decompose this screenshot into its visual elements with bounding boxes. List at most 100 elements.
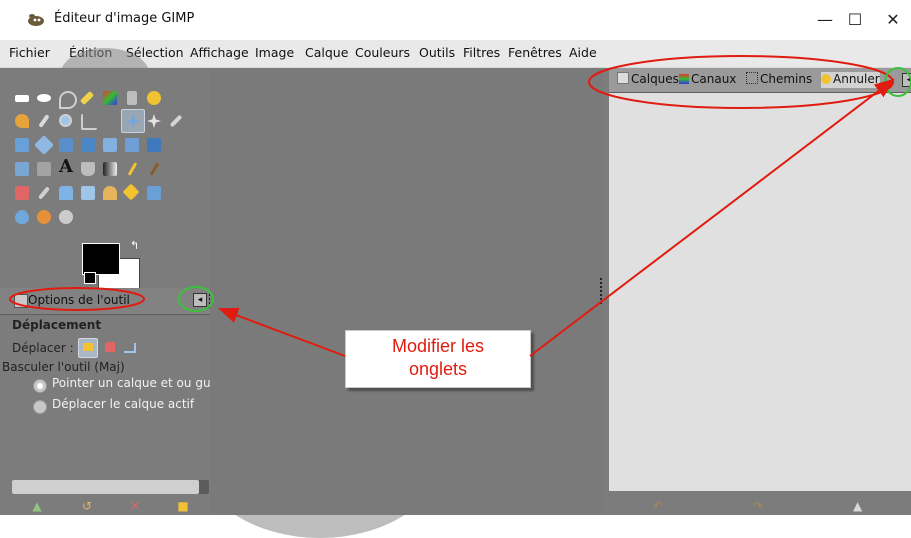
reset-icon[interactable]: ■ (176, 500, 190, 512)
gradient-tool[interactable] (99, 158, 121, 180)
tool-options-tab[interactable]: Options de l'outil (28, 293, 130, 307)
window-title: Éditeur d'image GIMP (54, 11, 195, 26)
dock-tab-bar: Calques Canaux Chemins Annuler ◂ (609, 68, 911, 93)
swap-colors-icon[interactable]: ↰ (130, 240, 140, 251)
warp-transform-tool[interactable] (143, 134, 165, 156)
foreground-color-swatch[interactable] (82, 243, 120, 275)
annotation-text: Modifier les onglets (346, 335, 530, 381)
delete-icon[interactable]: ✕ (128, 500, 142, 512)
tool-options-icon (14, 294, 28, 308)
fuzzy-select-tool[interactable] (77, 87, 99, 109)
menu-calque[interactable]: Calque (305, 45, 348, 60)
radio-pick-layer-label[interactable]: Pointer un calque et ou gu (52, 376, 211, 390)
ellipse-select-tool[interactable] (33, 87, 55, 109)
tab-chemins[interactable]: Chemins (746, 72, 812, 88)
crop-tool[interactable] (165, 110, 187, 132)
redo-icon[interactable]: ↷ (753, 500, 763, 512)
handle-transform-tool[interactable] (33, 158, 55, 180)
measure-tool[interactable] (77, 110, 99, 132)
rotate-tool[interactable] (11, 134, 33, 156)
ink-tool[interactable] (55, 182, 77, 204)
tab-chemins-label: Chemins (760, 72, 813, 86)
airbrush-tool[interactable] (33, 182, 55, 204)
perspective-clone-tool[interactable] (143, 182, 165, 204)
layers-dock: Calques Canaux Chemins Annuler ◂ ↶ ↷ ▲ (603, 68, 911, 515)
menu-fichier[interactable]: Fichier (9, 45, 50, 60)
menu-outils[interactable]: Outils (419, 45, 455, 60)
blur-tool[interactable] (11, 206, 33, 228)
menu-fenetres[interactable]: Fenêtres (508, 45, 562, 60)
menu-image[interactable]: Image (255, 45, 294, 60)
toggle-tool-label: Basculer l'outil (Maj) (2, 360, 125, 374)
eraser-tool[interactable] (11, 182, 33, 204)
annotation-callout: Modifier les onglets (345, 330, 531, 388)
options-scrollbar[interactable] (12, 480, 209, 494)
minimize-button[interactable]: — (810, 8, 840, 32)
move-tool[interactable] (121, 109, 145, 133)
move-selection-mode-button[interactable] (101, 338, 119, 356)
foreground-select-tool[interactable] (143, 87, 165, 109)
clear-history-icon[interactable]: ▲ (853, 500, 862, 512)
main-workspace: A ↰ Options de l'outil ◂ Déplacement Dép… (0, 48, 911, 538)
text-tool-icon[interactable]: A (55, 156, 77, 178)
shear-tool[interactable] (55, 134, 77, 156)
undo-icon[interactable]: ↶ (653, 500, 663, 512)
dock-tab-menu-button[interactable]: ◂ (902, 73, 911, 87)
annotation-line-1: Modifier les (391, 336, 485, 356)
color-select-tool[interactable] (99, 87, 121, 109)
menu-aide[interactable]: Aide (569, 45, 597, 60)
smudge-tool[interactable] (33, 206, 55, 228)
options-scrollbar-thumb[interactable] (12, 480, 200, 494)
clone-tool[interactable] (99, 182, 121, 204)
move-path-mode-button[interactable] (120, 338, 138, 356)
zoom-tool[interactable] (55, 110, 77, 132)
toolbox-panel: A ↰ Options de l'outil ◂ Déplacement Dép… (0, 68, 211, 515)
image-canvas[interactable] (210, 68, 603, 515)
perspective-tool[interactable] (77, 134, 99, 156)
tab-calques[interactable]: Calques (617, 72, 679, 88)
tab-annuler-label: Annuler (833, 72, 880, 86)
tab-calques-label: Calques (631, 72, 679, 86)
bucket-fill-tool[interactable] (77, 158, 99, 180)
paintbrush-tool[interactable] (143, 158, 165, 180)
pencil-tool[interactable] (121, 158, 143, 180)
tab-canaux[interactable]: Canaux (679, 72, 736, 88)
gimp-logo-icon (28, 14, 44, 26)
heal-tool[interactable] (121, 182, 143, 204)
scissors-tool[interactable] (121, 87, 143, 109)
cage-transform-tool[interactable] (121, 134, 143, 156)
radio-move-active-layer-label[interactable]: Déplacer le calque actif (52, 397, 194, 411)
paths-tool[interactable] (11, 110, 33, 132)
radio-move-active-layer[interactable] (33, 400, 47, 414)
undo-history-list[interactable] (609, 93, 911, 491)
paths-icon (746, 72, 758, 84)
tab-menu-button[interactable]: ◂ (193, 293, 207, 307)
tool-name: Déplacement (12, 318, 102, 332)
radio-pick-layer[interactable] (33, 379, 47, 393)
default-colors-icon[interactable] (84, 272, 96, 284)
tab-canaux-label: Canaux (691, 72, 737, 86)
annotation-line-2: onglets (408, 359, 468, 379)
undo-icon[interactable]: ↺ (80, 500, 94, 512)
unified-transform-tool[interactable] (11, 158, 33, 180)
move-layer-mode-button[interactable] (78, 338, 98, 358)
mypaint-brush-tool[interactable] (77, 182, 99, 204)
close-button[interactable]: ✕ (878, 8, 908, 32)
flip-tool[interactable] (99, 134, 121, 156)
menu-affichage[interactable]: Affichage (190, 45, 249, 60)
color-picker-tool[interactable] (33, 110, 55, 132)
align-tool[interactable] (143, 110, 165, 132)
save-icon[interactable]: ▲ (30, 500, 44, 512)
dodge-burn-tool[interactable] (55, 206, 77, 228)
title-bar: Éditeur d'image GIMP — ☐ ✕ (0, 0, 911, 41)
rect-select-tool[interactable] (11, 87, 33, 109)
move-label: Déplacer : (12, 341, 74, 355)
menu-filtres[interactable]: Filtres (463, 45, 500, 60)
tab-annuler[interactable]: Annuler (821, 72, 880, 88)
maximize-button[interactable]: ☐ (840, 8, 870, 32)
free-select-tool[interactable] (55, 87, 77, 109)
layers-icon (617, 72, 629, 84)
scale-tool[interactable] (33, 134, 55, 156)
channels-icon (679, 74, 689, 84)
menu-couleurs[interactable]: Couleurs (355, 45, 410, 60)
